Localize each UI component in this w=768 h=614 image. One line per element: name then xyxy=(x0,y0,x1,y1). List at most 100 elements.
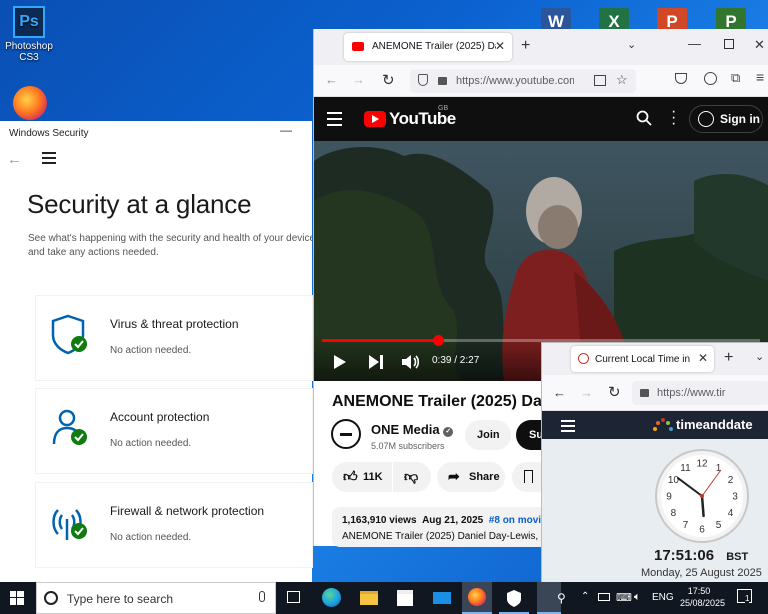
minimize-button[interactable]: — xyxy=(280,123,292,137)
menu-icon[interactable]: ≡ xyxy=(756,69,764,85)
forward-icon[interactable]: → xyxy=(580,385,593,400)
next-icon[interactable] xyxy=(369,355,383,374)
file-explorer-icon[interactable] xyxy=(360,591,378,605)
progress-fill xyxy=(322,339,439,342)
back-icon[interactable]: ← xyxy=(325,72,338,87)
edge-icon[interactable] xyxy=(322,588,341,607)
play-icon[interactable] xyxy=(334,355,346,369)
back-icon[interactable]: ← xyxy=(553,385,566,400)
account-icon[interactable] xyxy=(704,72,717,85)
clock-number: 8 xyxy=(671,508,677,519)
battery-icon[interactable] xyxy=(598,593,610,601)
firefox-icon xyxy=(13,86,47,120)
clock-number: 4 xyxy=(728,508,734,519)
store-icon[interactable] xyxy=(397,590,413,606)
share-label: Share xyxy=(469,471,500,483)
timeanddate-logo-text[interactable]: timeanddate xyxy=(676,417,753,432)
thumbs-up-icon: 👍︎ xyxy=(343,468,358,484)
card-title: Account protection xyxy=(110,410,210,424)
lock-icon xyxy=(640,389,649,397)
tab-close-icon[interactable]: ✕ xyxy=(495,39,505,53)
volume-icon[interactable] xyxy=(402,354,420,375)
tab-timeanddate[interactable]: Current Local Time in Lo ✕ xyxy=(571,346,714,372)
timeanddate-logo-icon xyxy=(652,418,674,437)
clock-time: 17:50 xyxy=(687,586,711,596)
start-button[interactable] xyxy=(10,591,24,610)
task-view-icon[interactable] xyxy=(287,591,300,603)
reload-icon[interactable]: ↻ xyxy=(608,383,621,401)
minimize-button[interactable]: — xyxy=(688,36,701,51)
account-protection-card[interactable]: Account protection No action needed. xyxy=(36,389,312,473)
picture-in-picture-icon[interactable] xyxy=(594,75,606,86)
network-icon[interactable]: ⌨ xyxy=(616,591,632,604)
maximize-button[interactable] xyxy=(724,39,734,49)
search-icon[interactable] xyxy=(636,110,652,131)
back-arrow-icon[interactable]: ← xyxy=(7,151,22,168)
hamburger-menu-icon[interactable] xyxy=(327,112,342,126)
photoshop-desktop-icon[interactable]: Ps Photoshop CS3 xyxy=(1,6,57,63)
trending-tag[interactable]: #8 on movi xyxy=(489,515,541,526)
clock-center xyxy=(700,494,704,498)
view-count: 1,163,910 views xyxy=(342,515,417,526)
taskbar: Type here to search ⚲ ⌃ ⌨ 🔈︎ ENG 17:50 2… xyxy=(0,582,768,614)
video-stats: 1,163,910 views Aug 21, 2025 #8 on movi xyxy=(342,515,541,526)
like-button[interactable]: 👍︎ 11K xyxy=(332,462,392,492)
firefox-taskbar-icon[interactable] xyxy=(462,582,492,614)
virus-threat-card[interactable]: Virus & threat protection No action need… xyxy=(36,296,312,380)
people-icon[interactable]: ⚲ xyxy=(557,591,566,605)
notification-icon[interactable]: 1 xyxy=(737,589,752,603)
new-tab-button[interactable]: + xyxy=(724,349,733,367)
progress-scrubber[interactable] xyxy=(433,335,445,346)
subscriber-count: 5.07M subscribers xyxy=(371,441,445,451)
card-title: Virus & threat protection xyxy=(110,317,239,331)
clock-number: 3 xyxy=(732,492,738,503)
analog-clock: 12 1 2 3 4 5 6 7 8 9 10 11 xyxy=(654,448,750,549)
join-button[interactable]: Join xyxy=(465,420,511,450)
clock[interactable]: 17:50 25/08/2025 xyxy=(680,585,725,609)
page-title: Security at a glance xyxy=(27,189,252,219)
tab-close-icon[interactable]: ✕ xyxy=(698,351,708,365)
hamburger-menu-icon[interactable] xyxy=(561,420,575,432)
url-bar[interactable]: https://www.youtube.com/watch? ☆ xyxy=(410,69,636,93)
clock-number: 6 xyxy=(699,525,705,536)
firefox-window-timeanddate: Current Local Time in Lo ✕ + ⌄ ← → ↻ htt… xyxy=(541,342,768,582)
firefox-desktop-icon[interactable] xyxy=(10,86,50,120)
youtube-logo-text[interactable]: YouTube xyxy=(389,109,456,129)
search-placeholder: Type here to search xyxy=(67,592,174,606)
channel-name[interactable]: ONE Media ✓ xyxy=(371,422,454,437)
like-count: 11K xyxy=(363,471,383,483)
timezone-label: BST xyxy=(726,551,749,563)
show-hidden-icons-icon[interactable]: ⌃ xyxy=(581,591,589,602)
language-indicator[interactable]: ENG xyxy=(652,592,674,603)
list-tabs-icon[interactable]: ⌄ xyxy=(627,38,636,51)
description-text: ANEMONE Trailer (2025) Daniel Day-Lewis, xyxy=(342,531,539,542)
mail-icon[interactable] xyxy=(433,592,451,604)
pocket-icon[interactable] xyxy=(675,73,687,84)
date-line: Monday, 25 August 2025 xyxy=(641,567,762,579)
search-icon xyxy=(44,591,58,605)
search-box[interactable]: Type here to search xyxy=(36,582,276,614)
youtube-logo-icon[interactable] xyxy=(364,111,386,127)
share-button[interactable]: ➦ Share xyxy=(437,462,505,492)
extensions-icon[interactable]: ⧉ xyxy=(731,70,740,86)
firewall-network-card[interactable]: Firewall & network protection No action … xyxy=(36,483,312,567)
dislike-button[interactable]: 👎︎ xyxy=(393,462,431,492)
navigation-bar: ← → ↻ https://www.tir xyxy=(542,375,768,411)
bookmark-star-icon[interactable]: ☆ xyxy=(616,72,628,88)
reload-icon[interactable]: ↻ xyxy=(382,71,395,89)
hamburger-menu-icon[interactable] xyxy=(42,152,56,167)
url-bar[interactable]: https://www.tir xyxy=(632,381,768,405)
forward-icon[interactable]: → xyxy=(352,72,365,87)
close-window-button[interactable]: ✕ xyxy=(754,37,765,53)
volume-icon[interactable]: 🔈︎ xyxy=(634,591,641,604)
list-tabs-icon[interactable]: ⌄ xyxy=(755,350,764,363)
share-icon: ➦ xyxy=(448,468,460,484)
tab-title: Current Local Time in Lo xyxy=(595,354,693,365)
sign-in-button[interactable]: Sign in xyxy=(689,105,763,133)
channel-avatar[interactable] xyxy=(331,419,361,449)
new-tab-button[interactable]: + xyxy=(521,37,530,55)
more-options-icon[interactable]: · · · xyxy=(671,104,676,132)
tab-youtube[interactable]: ANEMONE Trailer (2025) Daniel ✕ xyxy=(344,33,512,61)
windows-security-taskbar-icon[interactable] xyxy=(499,582,529,614)
microphone-icon[interactable] xyxy=(259,591,265,602)
